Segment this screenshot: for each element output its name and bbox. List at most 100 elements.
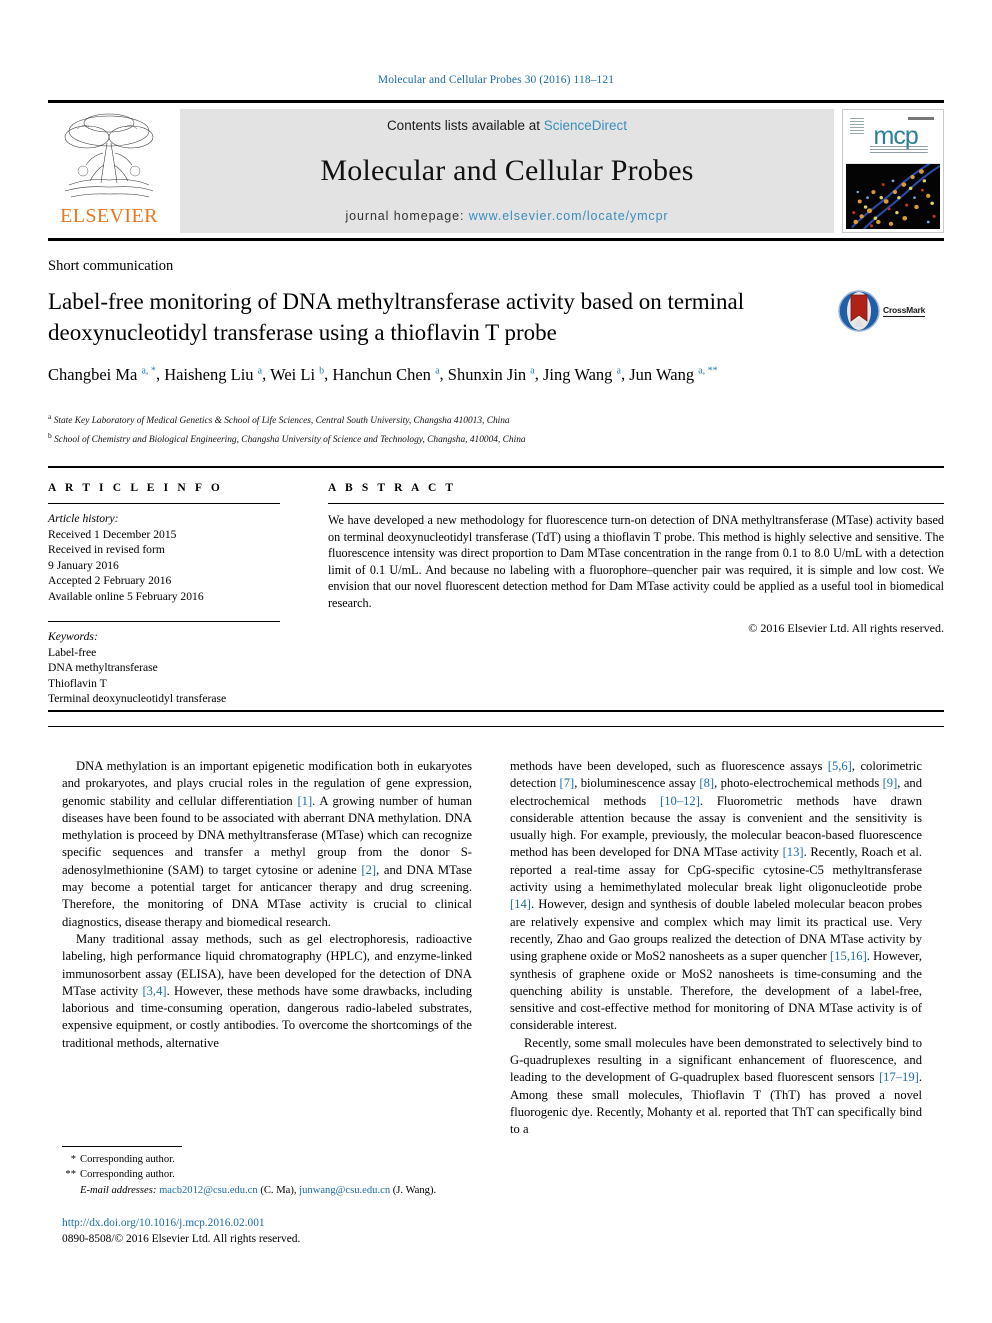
author-name: Shunxin Jin xyxy=(447,364,527,384)
citation-link[interactable]: [2] xyxy=(361,863,376,877)
email-addresses-label: E-mail addresses: xyxy=(80,1184,157,1196)
crossmark-badge[interactable]: CrossMark xyxy=(838,286,944,336)
journal-cover-thumbnail: mcp xyxy=(842,109,944,233)
abstract-rule xyxy=(328,503,944,504)
history-item: Available online 5 February 2016 xyxy=(48,589,204,603)
keywords-block: Keywords: Label-free DNA methyltransfera… xyxy=(48,629,280,707)
author-entry: Jing Wang a xyxy=(543,365,621,384)
footnote-mark: ** xyxy=(65,1169,76,1181)
contents-prefix: Contents lists available at xyxy=(386,118,544,133)
email-owner-ma: (C. Ma) xyxy=(260,1184,294,1196)
contents-available-line: Contents lists available at ScienceDirec… xyxy=(387,118,627,133)
citation-link[interactable]: [15,16] xyxy=(830,949,867,963)
abstract-heading: A B S T R A C T xyxy=(328,482,457,494)
affiliation-text: School of Chemistry and Biological Engin… xyxy=(54,434,526,445)
footnote-mark: * xyxy=(70,1154,76,1165)
doi-block: http://dx.doi.org/10.1016/j.mcp.2016.02.… xyxy=(62,1215,502,1247)
paragraph-text: , photo-electrochemical methods xyxy=(714,776,883,791)
issn-copyright-line: 0890-8508/© 2016 Elsevier Ltd. All right… xyxy=(62,1233,301,1245)
crossmark-icon xyxy=(838,290,880,332)
abstract-block-bottom-rule xyxy=(48,710,944,712)
footnote-rule xyxy=(62,1146,182,1147)
journal-article-page: Molecular and Cellular Probes 30 (2016) … xyxy=(0,0,992,1323)
author-marks: a xyxy=(257,365,263,376)
cover-image xyxy=(846,163,940,229)
article-type: Short communication xyxy=(48,258,174,274)
journal-homepage-line: journal homepage: www.elsevier.com/locat… xyxy=(346,209,669,223)
author-name: Hanchun Chen xyxy=(332,364,431,384)
abstract-text: We have developed a new methodology for … xyxy=(328,513,944,610)
elsevier-logo: ELSEVIER xyxy=(48,109,170,233)
cover-subtitle-lines xyxy=(869,145,928,155)
footnote-emails: E-mail addresses: macb2012@csu.edu.cn (C… xyxy=(80,1184,437,1196)
paragraph-text: methods have been developed, such as flu… xyxy=(510,759,828,773)
citation-link[interactable]: [13] xyxy=(783,845,804,859)
history-item: Received in revised form xyxy=(48,543,165,556)
author-name: Jing Wang xyxy=(543,364,613,384)
journal-band: Contents lists available at ScienceDirec… xyxy=(180,109,834,233)
abstract-copyright: © 2016 Elsevier Ltd. All rights reserved… xyxy=(748,620,944,635)
article-title: Label-free monitoring of DNA methyltrans… xyxy=(48,289,745,345)
body-paragraph: methods have been developed, such as flu… xyxy=(510,758,922,1035)
cover-barcode-icon xyxy=(850,118,864,134)
affiliation-item: a State Key Laboratory of Medical Geneti… xyxy=(48,410,868,429)
affiliation-text: State Key Laboratory of Medical Genetics… xyxy=(53,416,510,427)
author-entry: Jun Wang a, ** xyxy=(629,365,717,384)
author-marks: a xyxy=(435,365,440,376)
citation-link[interactable]: [5,6] xyxy=(828,759,852,773)
doi-link[interactable]: http://dx.doi.org/10.1016/j.mcp.2016.02.… xyxy=(62,1215,502,1231)
author-marks: a xyxy=(616,365,621,376)
article-history-label: Article history: xyxy=(48,512,119,525)
author-name: Haisheng Liu xyxy=(164,364,254,384)
citation-link[interactable]: [9] xyxy=(883,776,898,790)
cover-dna-illustration xyxy=(846,163,940,229)
citation-link[interactable]: [10–12] xyxy=(660,794,700,808)
cover-header-rule xyxy=(908,117,934,120)
elsevier-tree-icon xyxy=(64,113,154,198)
footnote-text: Corresponding author. xyxy=(80,1169,175,1181)
body-paragraph: DNA methylation is an important epigenet… xyxy=(62,758,472,931)
author-marks: a, * xyxy=(141,365,156,376)
footnote-block: * Corresponding author. ** Corresponding a… xyxy=(62,1152,482,1198)
article-info-column: A R T I C L E I N F O Article history: R… xyxy=(48,482,280,707)
body-paragraph: Recently, some small molecules have been… xyxy=(510,1035,922,1139)
author-entry: Changbei Ma a, * xyxy=(48,365,156,384)
email-link-wang[interactable]: junwang@csu.edu.cn xyxy=(299,1185,390,1196)
citation-link[interactable]: [8] xyxy=(699,776,714,790)
journal-masthead: ELSEVIER Contents lists available at Sci… xyxy=(48,100,944,241)
author-name: Jun Wang xyxy=(629,364,695,384)
author-name: Changbei Ma xyxy=(48,364,138,384)
citation-link[interactable]: [1] xyxy=(297,794,312,808)
email-link-ma[interactable]: macb2012@csu.edu.cn xyxy=(159,1185,258,1196)
author-marks: a xyxy=(530,365,535,376)
masthead-bottom-rule xyxy=(48,238,944,241)
keywords-label: Keywords: xyxy=(48,630,98,643)
body-column-right: methods have been developed, such as flu… xyxy=(510,758,922,1139)
journal-homepage-link[interactable]: www.elsevier.com/locate/ymcpr xyxy=(469,209,669,223)
body-separator-rule xyxy=(48,726,944,727)
elsevier-wordmark: ELSEVIER xyxy=(60,205,158,227)
footnote-corresponding-2: ** Corresponding author. xyxy=(62,1167,482,1182)
author-entry: Hanchun Chen a xyxy=(332,365,439,384)
body-column-left: DNA methylation is an important epigenet… xyxy=(62,758,472,1052)
paragraph-text: Recently, some small molecules have been… xyxy=(510,1035,922,1085)
article-info-heading: A R T I C L E I N F O xyxy=(48,482,223,494)
article-info-rule xyxy=(48,503,280,504)
affiliation-mark: b xyxy=(48,430,52,440)
citation-link[interactable]: [17–19] xyxy=(879,1070,919,1084)
history-item: 9 January 2016 xyxy=(48,558,119,572)
running-head: Molecular and Cellular Probes 30 (2016) … xyxy=(377,74,615,86)
citation-link[interactable]: [14] xyxy=(510,897,531,911)
keyword-item: DNA methyltransferase xyxy=(48,661,158,674)
masthead-top-rule xyxy=(48,100,944,103)
citation-link[interactable]: [7] xyxy=(560,776,575,790)
affiliation-list: a State Key Laboratory of Medical Geneti… xyxy=(48,410,868,447)
sciencedirect-link[interactable]: ScienceDirect xyxy=(544,118,627,133)
article-history: Article history: Received 1 December 201… xyxy=(48,511,280,604)
paragraph-text: , bioluminescence assay xyxy=(574,776,700,791)
journal-title: Molecular and Cellular Probes xyxy=(320,154,694,187)
affiliation-item: b School of Chemistry and Biological Eng… xyxy=(48,429,868,448)
homepage-prefix: journal homepage: xyxy=(345,209,469,223)
citation-link[interactable]: [3,4] xyxy=(142,984,166,998)
keyword-item: Thioflavin T xyxy=(48,676,107,690)
